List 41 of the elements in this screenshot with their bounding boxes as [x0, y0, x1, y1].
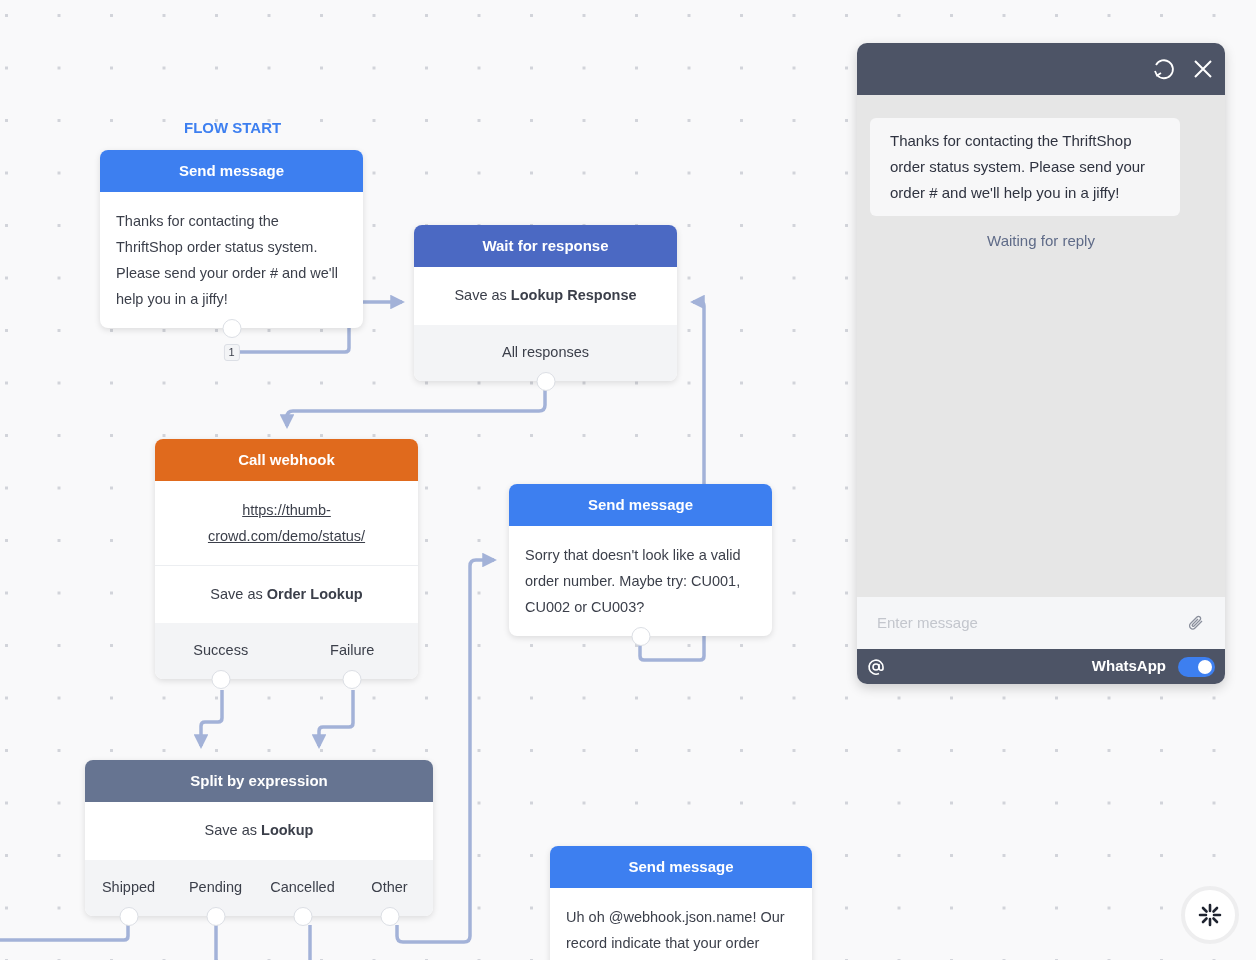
- chat-message-bubble: Thanks for contacting the ThriftShop order status system. Please send your order # and we'll help you in a jiffy!: [870, 118, 1180, 216]
- flow-node-card[interactable]: Send message Uh oh @webhook.json.name! Our record indicate that your order: [550, 846, 812, 960]
- save-as-label: Save as Order Lookup: [210, 584, 363, 604]
- exit-label: Pending: [188, 878, 243, 898]
- node-header: Send message: [100, 150, 363, 192]
- exit-label: Shipped: [101, 878, 156, 898]
- connector-line: [308, 925, 312, 960]
- waiting-status: Waiting for reply: [987, 231, 1095, 251]
- node-header: Send message: [550, 846, 812, 888]
- sparkle-icon: [1197, 902, 1223, 928]
- flow-start-label: FLOW START: [184, 118, 282, 138]
- exit-label: Failure: [330, 641, 375, 661]
- exit-label: Cancelled: [270, 878, 335, 898]
- at-sign-icon[interactable]: [867, 657, 885, 676]
- save-as-label: Save as Lookup: [204, 821, 314, 841]
- webhook-url-link[interactable]: https://thumb-crowd.com/demo/status/: [201, 497, 372, 549]
- exit-label: All responses: [501, 343, 589, 363]
- flow-node-card[interactable]: Send message Sorry that doesn't look like a valid order number. Maybe try: CU001, CU002 or CU003?: [509, 484, 772, 636]
- attachment-icon[interactable]: [1187, 614, 1205, 632]
- refresh-icon[interactable]: [1151, 56, 1177, 82]
- message-text: Sorry that doesn't look like a valid order number. Maybe try: CU001, CU002 or CU003?: [525, 546, 742, 617]
- message-text: Uh oh @webhook.json.name! Our record indicate that your order: [566, 908, 786, 953]
- save-as-label: Save as Lookup Response: [454, 286, 637, 306]
- node-header: Wait for response: [414, 225, 677, 267]
- message-text: Thanks for contacting the ThriftShop order status system. Please send your order # and we'll help you in a jiffy!: [116, 212, 339, 309]
- flow-node-card[interactable]: Call webhook https://thumb-crowd.com/demo/status/ Save as Order Lookup Success Failure: [155, 439, 418, 679]
- node-header: Call webhook: [155, 439, 418, 481]
- connector-arrow: [193, 690, 224, 749]
- close-icon[interactable]: [1193, 59, 1213, 79]
- node-header: Send message: [509, 484, 772, 526]
- channel-toggle[interactable]: [1178, 656, 1215, 677]
- exit-label: Success: [193, 641, 249, 661]
- flow-node-card[interactable]: Split by expression Save as Lookup Shipped Pending Cancelled Other: [85, 760, 433, 916]
- flow-node-card[interactable]: Send message Thanks for contacting the ThriftShop order status system. Please send your order # and we'll help you in a jiffy!: [100, 150, 363, 328]
- connector-arrow: [311, 690, 355, 749]
- node-header: Split by expression: [85, 760, 433, 802]
- exit-count-badge: 1: [223, 344, 240, 361]
- channel-label: WhatsApp: [1091, 656, 1166, 677]
- flow-node-card[interactable]: Wait for response Save as Lookup Response All responses: [414, 225, 677, 381]
- connector-line: [214, 925, 218, 960]
- exit-label: Other: [371, 878, 408, 898]
